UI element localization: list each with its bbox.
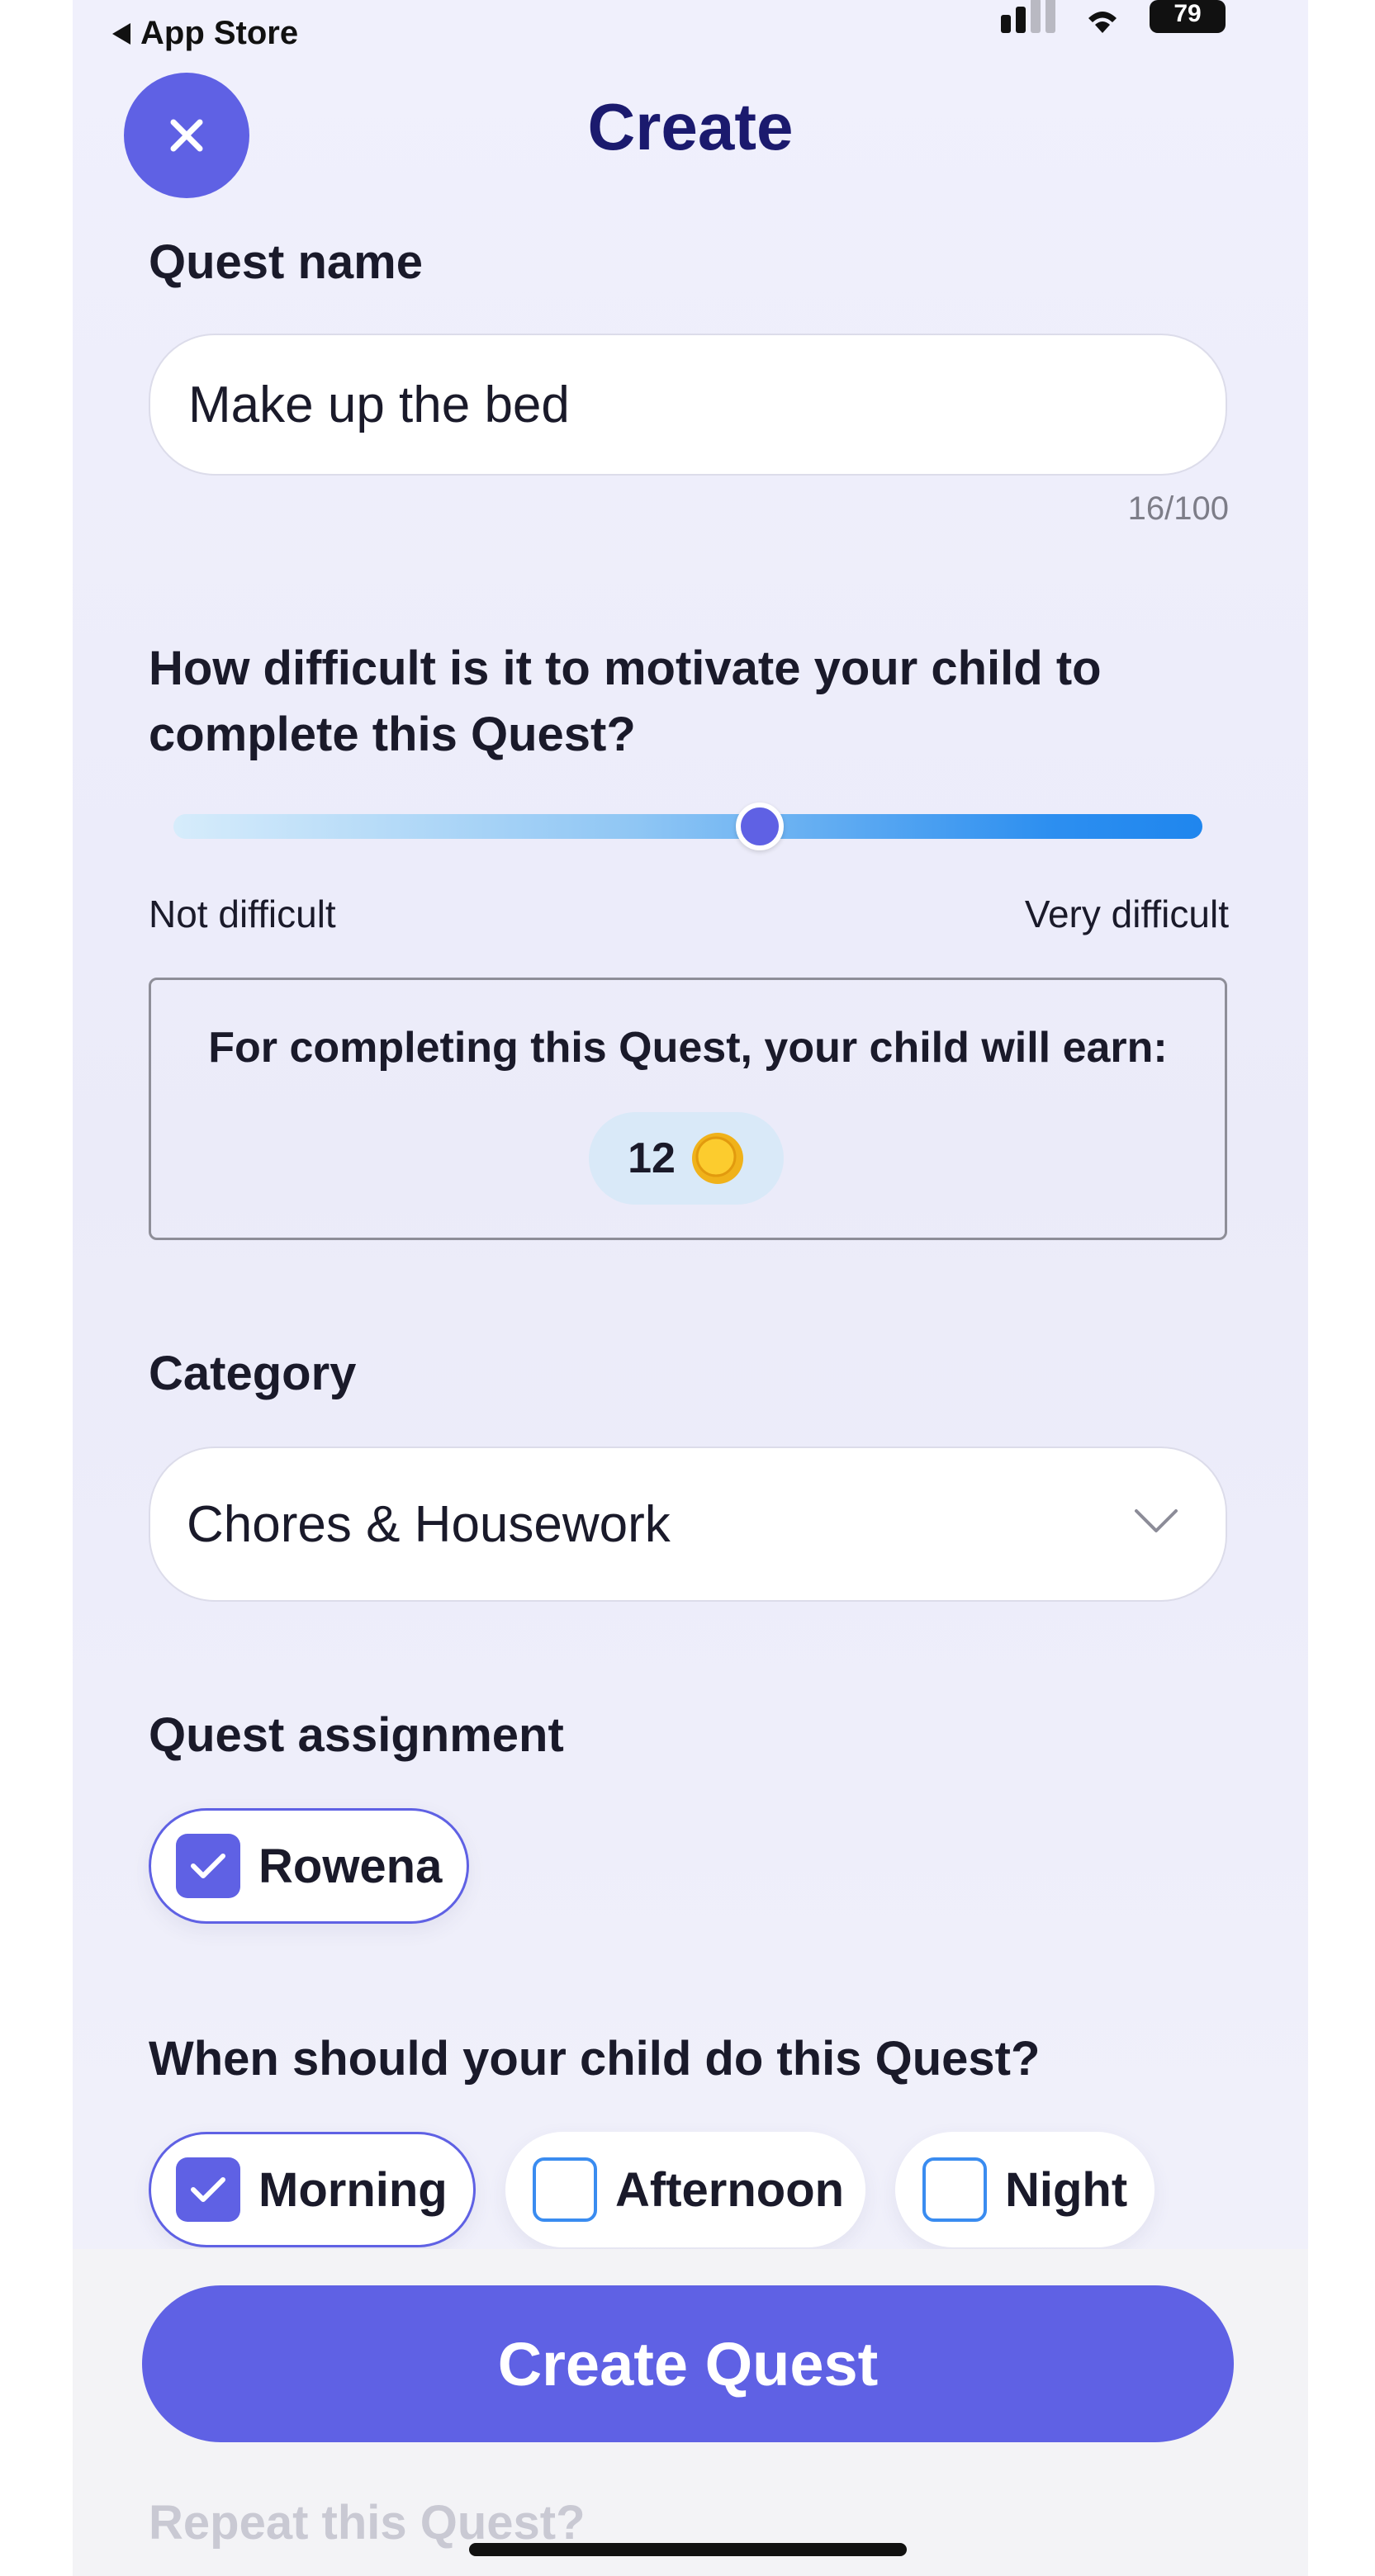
assignee-chip-rowena[interactable]: Rowena	[149, 1808, 469, 1924]
chevron-down-icon	[1135, 1509, 1178, 1532]
difficulty-slider-track[interactable]	[173, 814, 1202, 839]
quest-name-label: Quest name	[149, 235, 423, 289]
status-indicators: 79	[1001, 0, 1226, 33]
coin-reward-badge: 12	[589, 1112, 784, 1205]
create-quest-button[interactable]: Create Quest	[142, 2285, 1234, 2442]
checkbox-checked[interactable]	[176, 1834, 240, 1898]
battery-level: 79	[1173, 0, 1202, 27]
page: App Store 79 Create Quest name Make up t…	[0, 0, 1375, 2576]
difficulty-slider-thumb[interactable]	[736, 803, 785, 850]
category-selected-value: Chores & Housework	[187, 1495, 671, 1553]
checkbox-unchecked[interactable]	[533, 2157, 597, 2222]
phone-screen: App Store 79 Create Quest name Make up t…	[73, 0, 1308, 2576]
slider-min-label: Not difficult	[149, 893, 336, 935]
back-to-app-store[interactable]: App Store	[112, 15, 298, 52]
time-chip-night[interactable]: Night	[895, 2132, 1155, 2247]
back-label: App Store	[140, 15, 299, 51]
difficulty-question: How difficult is it to motivate your chi…	[149, 642, 1102, 761]
quest-name-value: Make up the bed	[188, 376, 570, 433]
checkmark-icon	[191, 1854, 225, 1878]
reward-panel: For completing this Quest, your child wi…	[149, 978, 1227, 1240]
coin-icon	[691, 1133, 743, 1184]
category-label: Category	[149, 1347, 357, 1400]
time-of-day-question: When should your child do this Quest?	[149, 2032, 1041, 2086]
repeat-quest-label: Repeat this Quest?	[149, 2496, 586, 2550]
checkmark-icon	[191, 2177, 225, 2202]
quest-name-input[interactable]: Make up the bed	[149, 334, 1227, 476]
time-option-label: Morning	[258, 2162, 448, 2217]
assignment-label: Quest assignment	[149, 1708, 564, 1762]
reward-text: For completing this Quest, your child wi…	[208, 1024, 1168, 1072]
back-arrow-icon	[112, 22, 130, 45]
checkbox-unchecked[interactable]	[922, 2157, 987, 2222]
time-chip-afternoon[interactable]: Afternoon	[505, 2132, 865, 2247]
battery-icon: 79	[1150, 0, 1226, 33]
assignee-name: Rowena	[258, 1839, 443, 1893]
home-indicator[interactable]	[469, 2543, 907, 2556]
slider-max-label: Very difficult	[1024, 893, 1229, 935]
time-chip-morning[interactable]: Morning	[149, 2132, 476, 2247]
page-title: Create	[587, 90, 794, 163]
cellular-signal-icon	[1001, 0, 1055, 33]
time-option-label: Night	[1005, 2162, 1128, 2217]
time-option-label: Afternoon	[615, 2162, 845, 2217]
wifi-icon	[1088, 12, 1117, 33]
category-dropdown[interactable]: Chores & Housework	[149, 1447, 1227, 1602]
bottom-action-bar: Create Quest Repeat this Quest?	[73, 2249, 1308, 2576]
character-counter: 16/100	[1127, 490, 1229, 527]
coin-amount: 12	[628, 1134, 676, 1182]
checkbox-checked[interactable]	[176, 2157, 240, 2222]
